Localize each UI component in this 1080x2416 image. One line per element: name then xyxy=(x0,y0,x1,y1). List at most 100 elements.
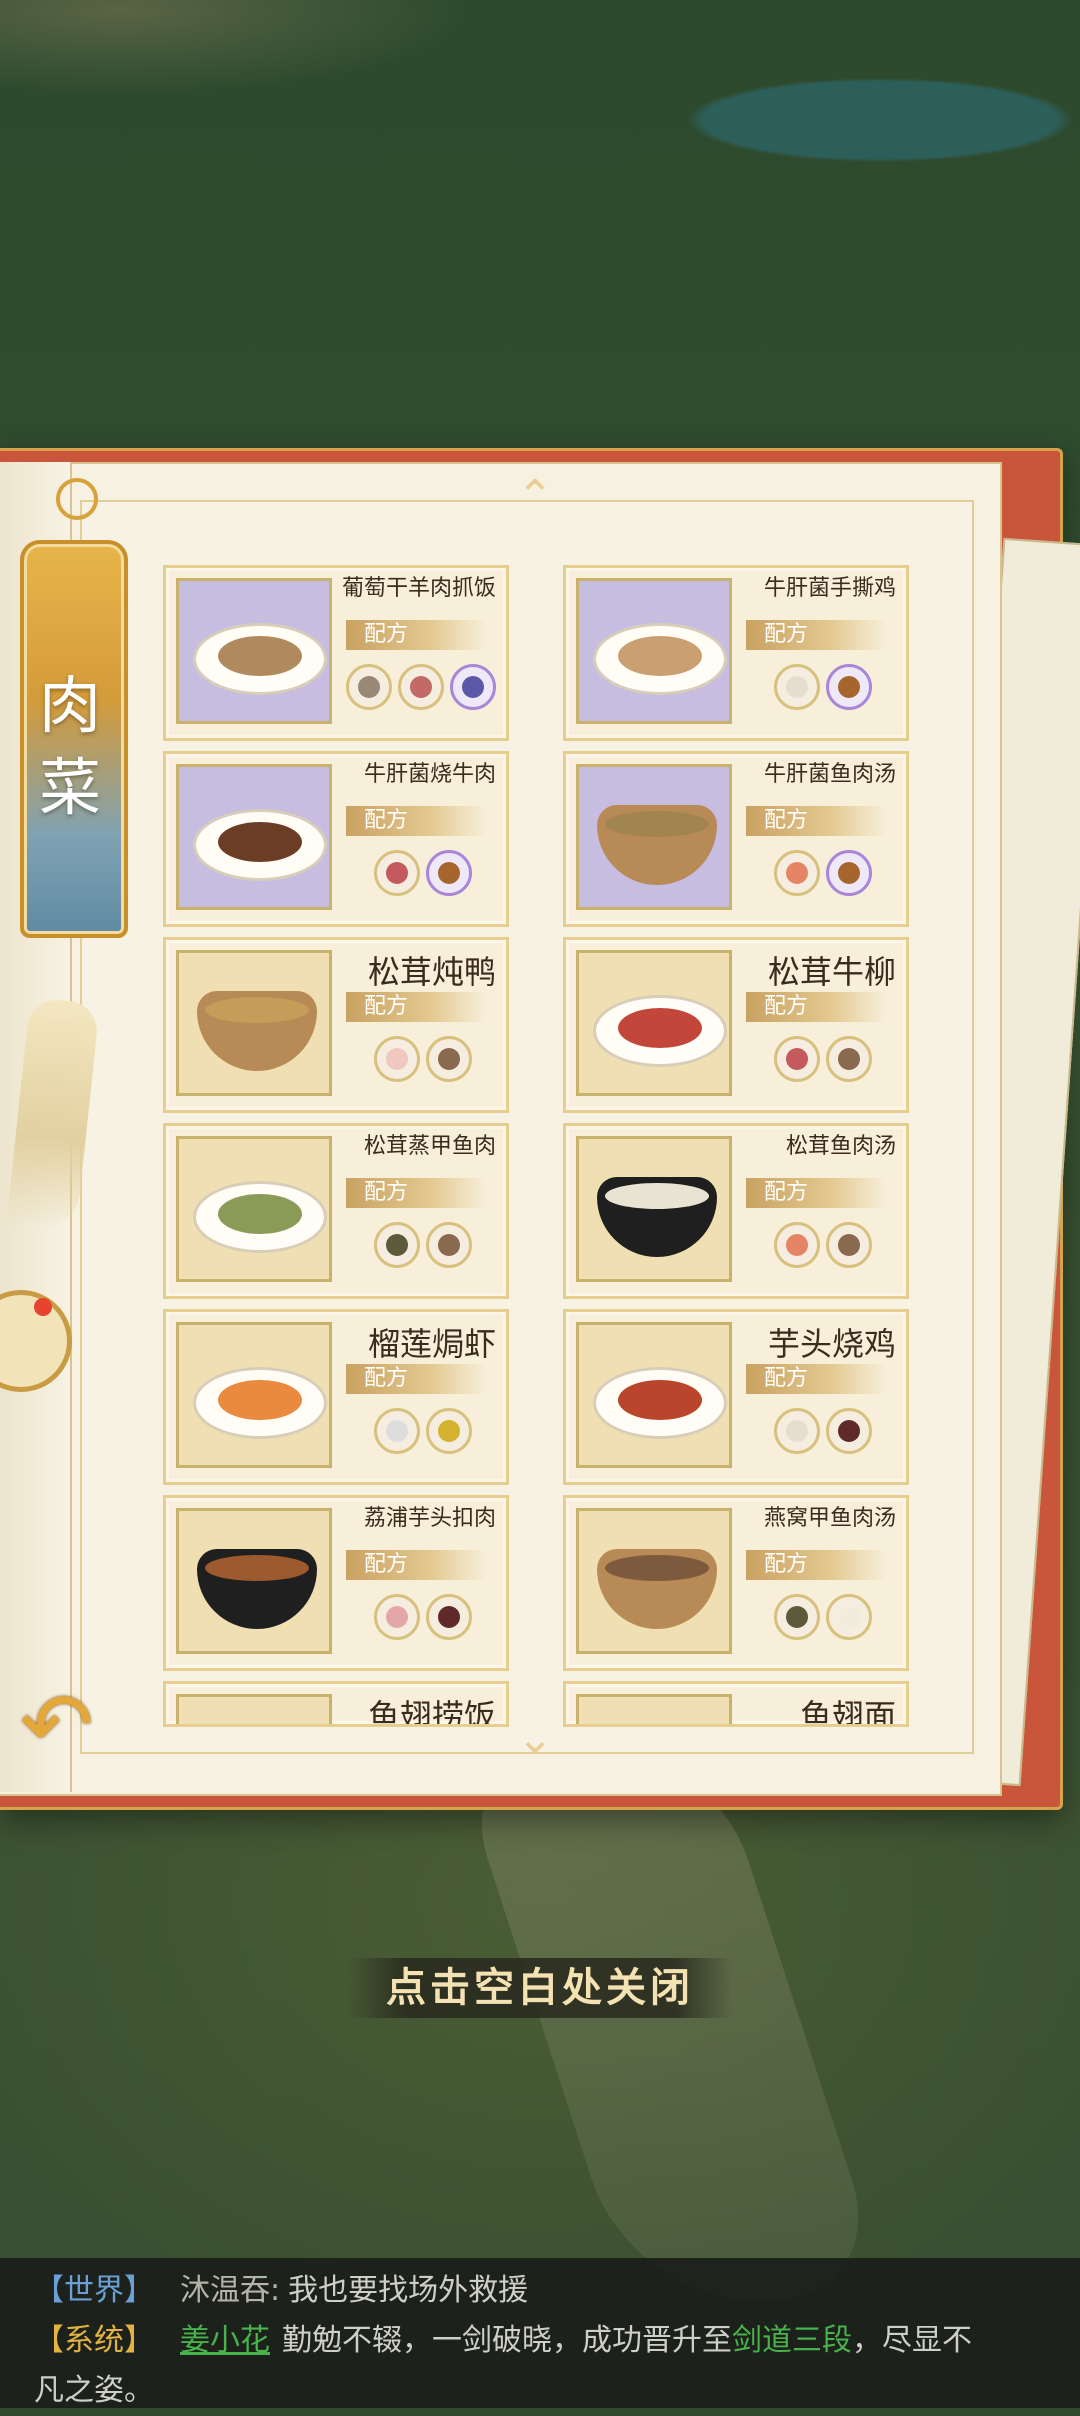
fish-ingredient-icon[interactable] xyxy=(774,1222,820,1268)
recipe-title: 松茸鱼肉汤 xyxy=(785,1134,896,1159)
close-hint-label[interactable]: 点击空白处关闭 xyxy=(348,1958,732,2018)
dish-image xyxy=(576,950,732,1096)
recipe-tag: 配方 xyxy=(346,1550,486,1580)
turtle-ingredient-icon[interactable] xyxy=(774,1594,820,1640)
birdnest-ingredient-icon[interactable] xyxy=(826,1594,872,1640)
recipe-card[interactable]: 松茸鱼肉汤配方 xyxy=(563,1123,909,1299)
dish-icon xyxy=(197,991,317,1071)
dish-icon xyxy=(193,1367,327,1439)
back-arrow-icon[interactable]: ↶ xyxy=(20,1681,130,1769)
grape-ingredient-icon[interactable] xyxy=(450,664,496,710)
chat-sender[interactable]: 沐温吞: xyxy=(180,2273,280,2308)
recipe-card[interactable]: 松茸蒸甲鱼肉 配方 xyxy=(163,1123,509,1299)
taro-ingredient-icon[interactable] xyxy=(426,1594,472,1640)
recipe-title: 牛肝菌鱼肉汤 xyxy=(763,762,896,787)
recipe-card[interactable]: 牛肝菌烧牛肉 配方 xyxy=(163,751,509,927)
banner-ring-icon xyxy=(56,478,98,520)
recipe-tag: 配方 xyxy=(746,1178,886,1208)
recipe-title: 燕窝甲鱼肉汤 xyxy=(763,1506,896,1531)
notification-dot xyxy=(34,1298,52,1316)
mutton-ingredient-icon[interactable] xyxy=(346,664,392,710)
dish-icon xyxy=(193,623,327,695)
recipe-title: 榴莲焗虾 xyxy=(367,1325,496,1363)
recipe-card[interactable]: 牛肝菌手撕鸡配方 xyxy=(563,565,909,741)
recipe-tag: 配方 xyxy=(746,1550,886,1580)
recipe-title: 鱼翅面 xyxy=(799,1697,896,1727)
dish-icon xyxy=(197,1549,317,1629)
recipe-tag: 配方 xyxy=(346,806,486,836)
dish-image xyxy=(576,1322,732,1468)
chicken-ingredient-icon[interactable] xyxy=(774,1408,820,1454)
chat-message-text: ，尽显不 xyxy=(852,2323,972,2358)
recipe-title: 牛肝菌手撕鸡 xyxy=(763,576,896,601)
beef-ingredient-icon[interactable] xyxy=(374,850,420,896)
recipe-title: 葡萄干羊肉抓饭 xyxy=(341,576,496,601)
dish-icon xyxy=(597,1177,717,1257)
chat-message-system-cont: 凡之姿。 xyxy=(34,2366,1080,2416)
mushroom-ingredient-icon[interactable] xyxy=(426,850,472,896)
dish-image xyxy=(176,1508,332,1654)
chat-realm-highlight: 剑道三段 xyxy=(732,2323,852,2358)
shrimp-ingredient-icon[interactable] xyxy=(374,1408,420,1454)
taro-ingredient-icon[interactable] xyxy=(826,1408,872,1454)
chat-message-system[interactable]: 【系统】 姜小花 勤勉不辍，一剑破晓，成功晋升至剑道三段，尽显不 xyxy=(0,2316,1080,2366)
recipe-title: 松茸炖鸭 xyxy=(367,953,496,991)
recipe-card[interactable]: 鱼翅面 xyxy=(563,1681,909,1727)
recipe-card[interactable]: 芋头烧鸡 配方 xyxy=(563,1309,909,1485)
category-label-char-2: 菜 xyxy=(38,751,101,824)
beef-ingredient-icon[interactable] xyxy=(774,1036,820,1082)
chat-channel-system: 【系统】 xyxy=(34,2323,154,2358)
turtle-ingredient-icon[interactable] xyxy=(374,1222,420,1268)
dish-image xyxy=(176,1694,332,1724)
recipe-tag: 配方 xyxy=(346,620,486,650)
matsutake-ingredient-icon[interactable] xyxy=(826,1036,872,1082)
dish-icon xyxy=(597,805,717,885)
dish-icon xyxy=(593,1367,727,1439)
scroll-down-arrow-icon[interactable]: ⌄ xyxy=(510,1717,560,1761)
recipe-tag: 配方 xyxy=(346,1364,486,1394)
dish-image xyxy=(576,578,732,724)
dish-image xyxy=(176,1136,332,1282)
meat-ingredient-icon[interactable] xyxy=(398,664,444,710)
chat-message-world[interactable]: 【世界】 沐温吞: 我也要找场外救援 xyxy=(0,2266,1080,2316)
recipe-title: 芋头烧鸡 xyxy=(767,1325,896,1363)
category-label-char-1: 肉 xyxy=(38,669,101,742)
durian-ingredient-icon[interactable] xyxy=(426,1408,472,1454)
recipe-card[interactable]: 鱼翅捞饭 xyxy=(163,1681,509,1727)
recipe-card[interactable]: 榴莲焗虾 配方 xyxy=(163,1309,509,1485)
recipe-card[interactable]: 葡萄干羊肉抓饭 配方 xyxy=(163,565,509,741)
recipe-card[interactable]: 松茸炖鸭 配方 xyxy=(163,937,509,1113)
recipe-card[interactable]: 燕窝甲鱼肉汤配方 xyxy=(563,1495,909,1671)
dish-image xyxy=(176,1322,332,1468)
pork-ingredient-icon[interactable] xyxy=(374,1594,420,1640)
chat-message-text: 勤勉不辍，一剑破晓，成功晋升至 xyxy=(282,2323,732,2358)
recipe-title: 松茸牛柳 xyxy=(767,953,896,991)
recipe-tag: 配方 xyxy=(746,1364,886,1394)
matsutake-ingredient-icon[interactable] xyxy=(426,1222,472,1268)
dish-image xyxy=(176,578,332,724)
scroll-up-arrow-icon[interactable]: ⌃ xyxy=(510,475,560,519)
dish-image xyxy=(576,1694,732,1724)
chat-player-link[interactable]: 姜小花 xyxy=(180,2323,270,2358)
dish-image xyxy=(176,950,332,1096)
chat-panel[interactable]: 【世界】 沐温吞: 我也要找场外救援 【系统】 姜小花 勤勉不辍，一剑破晓，成功晋升至剑… xyxy=(0,2258,1080,2408)
duck-ingredient-icon[interactable] xyxy=(374,1036,420,1082)
recipe-tag: 配方 xyxy=(746,992,886,1022)
dish-icon xyxy=(597,1549,717,1629)
recipe-title: 鱼翅捞饭 xyxy=(367,1697,496,1727)
recipe-card[interactable]: 荔浦芋头扣肉 配方 xyxy=(163,1495,509,1671)
dish-image xyxy=(576,764,732,910)
dish-icon xyxy=(593,623,727,695)
recipe-tag: 配方 xyxy=(746,620,886,650)
matsutake-ingredient-icon[interactable] xyxy=(826,1222,872,1268)
mushroom-ingredient-icon[interactable] xyxy=(826,850,872,896)
chicken-ingredient-icon[interactable] xyxy=(774,664,820,710)
recipe-card[interactable]: 松茸牛柳 配方 xyxy=(563,937,909,1113)
chat-message-text: 凡之姿。 xyxy=(34,2373,154,2408)
dish-image xyxy=(576,1136,732,1282)
fish-ingredient-icon[interactable] xyxy=(774,850,820,896)
chat-message-text: 我也要找场外救援 xyxy=(288,2273,529,2308)
matsutake-ingredient-icon[interactable] xyxy=(426,1036,472,1082)
mushroom-ingredient-icon[interactable] xyxy=(826,664,872,710)
recipe-card[interactable]: 牛肝菌鱼肉汤 配方 xyxy=(563,751,909,927)
